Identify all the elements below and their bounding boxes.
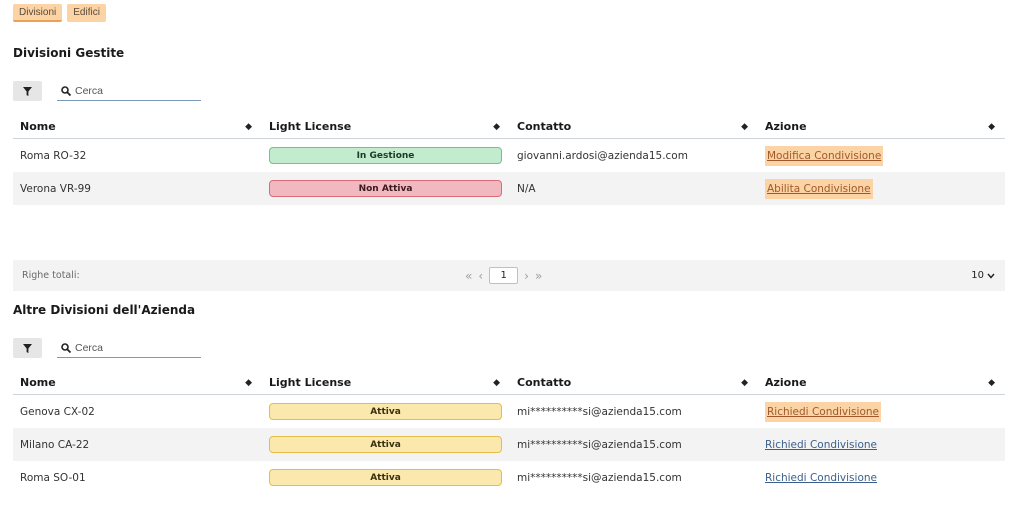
magnifier-icon xyxy=(61,85,71,96)
top-tabs: Divisioni Edifici xyxy=(13,4,106,22)
page-size-value: 10 xyxy=(971,270,984,281)
total-rows-label: Righe totali: xyxy=(22,270,80,281)
row-action-cell: Richiedi Condivisione xyxy=(758,461,1005,494)
pagination-footer: Righe totali: « ‹ 1 › » 10 xyxy=(13,260,1005,291)
row-contact: mi**********si@azienda15.com xyxy=(517,438,682,451)
status-badge: Attiva xyxy=(269,436,502,453)
sort-icon[interactable]: ◆ xyxy=(245,122,252,132)
modifica-condivisione-link[interactable]: Modifica Condivisione xyxy=(765,145,884,166)
managed-table: Nome ◆ Light License ◆ Contatto ◆ Azione ◆ R… xyxy=(13,115,1005,205)
row-name: Verona VR-99 xyxy=(20,182,91,195)
abilita-condivisione-link[interactable]: Abilita Condivisione xyxy=(765,178,873,199)
table-row: Verona VR-99 Non Attiva N/A Abilita Cond… xyxy=(13,172,1005,205)
table-header: Nome ◆ Light License ◆ Contatto ◆ Azione ◆ xyxy=(13,115,1005,139)
column-header-license[interactable]: Light License ◆ xyxy=(262,371,510,394)
managed-section-title: Divisioni Gestite xyxy=(13,46,125,60)
column-header-nome[interactable]: Nome ◆ xyxy=(13,115,262,138)
prev-page-icon[interactable]: ‹ xyxy=(478,269,483,283)
column-header-contatto[interactable]: Contatto ◆ xyxy=(510,371,758,394)
column-header-azione[interactable]: Azione ◆ xyxy=(758,371,1005,394)
row-action-cell: Richiedi Condivisione xyxy=(758,395,1005,428)
richiedi-condivisione-link[interactable]: Richiedi Condivisione xyxy=(765,472,877,484)
row-name: Milano CA-22 xyxy=(20,438,90,451)
column-label: Contatto xyxy=(517,376,572,389)
tab-edifici[interactable]: Edifici xyxy=(67,4,106,22)
row-name: Roma RO-32 xyxy=(20,149,87,162)
column-header-nome[interactable]: Nome ◆ xyxy=(13,371,262,394)
other-section-title: Altre Divisioni dell'Azienda xyxy=(13,303,196,317)
column-label: Azione xyxy=(765,120,807,133)
status-badge: Non Attiva xyxy=(269,180,502,197)
last-page-icon[interactable]: » xyxy=(535,269,542,283)
column-header-azione[interactable]: Azione ◆ xyxy=(758,115,1005,138)
sort-icon[interactable]: ◆ xyxy=(493,378,500,388)
row-license-cell: Attiva xyxy=(262,395,510,428)
column-header-contatto[interactable]: Contatto ◆ xyxy=(510,115,758,138)
column-label: Azione xyxy=(765,376,807,389)
tab-divisioni[interactable]: Divisioni xyxy=(13,4,63,22)
managed-search-input[interactable] xyxy=(75,84,195,97)
table-header: Nome ◆ Light License ◆ Contatto ◆ Azione ◆ xyxy=(13,371,1005,395)
other-filter-bar xyxy=(13,338,201,358)
richiedi-condivisione-link[interactable]: Richiedi Condivisione xyxy=(765,439,877,451)
row-license-cell: Non Attiva xyxy=(262,172,510,205)
other-search-input[interactable] xyxy=(75,341,195,354)
managed-filter-bar xyxy=(13,81,201,101)
other-filter-button[interactable] xyxy=(13,338,42,358)
status-badge: Attiva xyxy=(269,469,502,486)
table-row: Genova CX-02 Attiva mi**********si@azien… xyxy=(13,395,1005,428)
other-search xyxy=(57,338,201,358)
sort-icon[interactable]: ◆ xyxy=(988,378,995,388)
row-action-cell: Modifica Condivisione xyxy=(758,139,1005,172)
row-license-cell: Attiva xyxy=(262,428,510,461)
status-badge: In Gestione xyxy=(269,147,502,164)
row-action-cell: Abilita Condivisione xyxy=(758,172,1005,205)
column-label: Light License xyxy=(269,376,352,389)
page-size-select[interactable]: 10 xyxy=(971,270,995,281)
status-badge: Attiva xyxy=(269,403,502,420)
sort-icon[interactable]: ◆ xyxy=(245,378,252,388)
richiedi-condivisione-link[interactable]: Richiedi Condivisione xyxy=(765,401,881,422)
row-license-cell: In Gestione xyxy=(262,139,510,172)
table-row: Roma SO-01 Attiva mi**********si@azienda… xyxy=(13,461,1005,494)
sort-icon[interactable]: ◆ xyxy=(493,122,500,132)
row-contact: N/A xyxy=(517,182,536,195)
row-contact: mi**********si@azienda15.com xyxy=(517,471,682,484)
row-contact: mi**********si@azienda15.com xyxy=(517,405,682,418)
managed-filter-button[interactable] xyxy=(13,81,42,101)
table-row: Roma RO-32 In Gestione giovanni.ardosi@a… xyxy=(13,139,1005,172)
chevron-down-icon xyxy=(987,273,995,279)
funnel-icon xyxy=(23,86,32,96)
row-action-cell: Richiedi Condivisione xyxy=(758,428,1005,461)
row-license-cell: Attiva xyxy=(262,461,510,494)
column-label: Nome xyxy=(20,120,56,133)
table-row: Milano CA-22 Attiva mi**********si@azien… xyxy=(13,428,1005,461)
current-page-input[interactable]: 1 xyxy=(489,267,519,284)
column-label: Contatto xyxy=(517,120,572,133)
pager: « ‹ 1 › » xyxy=(465,267,542,284)
managed-search xyxy=(57,81,201,101)
sort-icon[interactable]: ◆ xyxy=(741,378,748,388)
column-label: Light License xyxy=(269,120,352,133)
sort-icon[interactable]: ◆ xyxy=(741,122,748,132)
next-page-icon[interactable]: › xyxy=(524,269,529,283)
row-name: Genova CX-02 xyxy=(20,405,95,418)
funnel-icon xyxy=(23,343,32,353)
row-name: Roma SO-01 xyxy=(20,471,86,484)
column-header-license[interactable]: Light License ◆ xyxy=(262,115,510,138)
first-page-icon[interactable]: « xyxy=(465,269,472,283)
sort-icon[interactable]: ◆ xyxy=(988,122,995,132)
other-table: Nome ◆ Light License ◆ Contatto ◆ Azione ◆ G… xyxy=(13,371,1005,494)
row-contact: giovanni.ardosi@azienda15.com xyxy=(517,149,688,162)
column-label: Nome xyxy=(20,376,56,389)
magnifier-icon xyxy=(61,342,71,353)
